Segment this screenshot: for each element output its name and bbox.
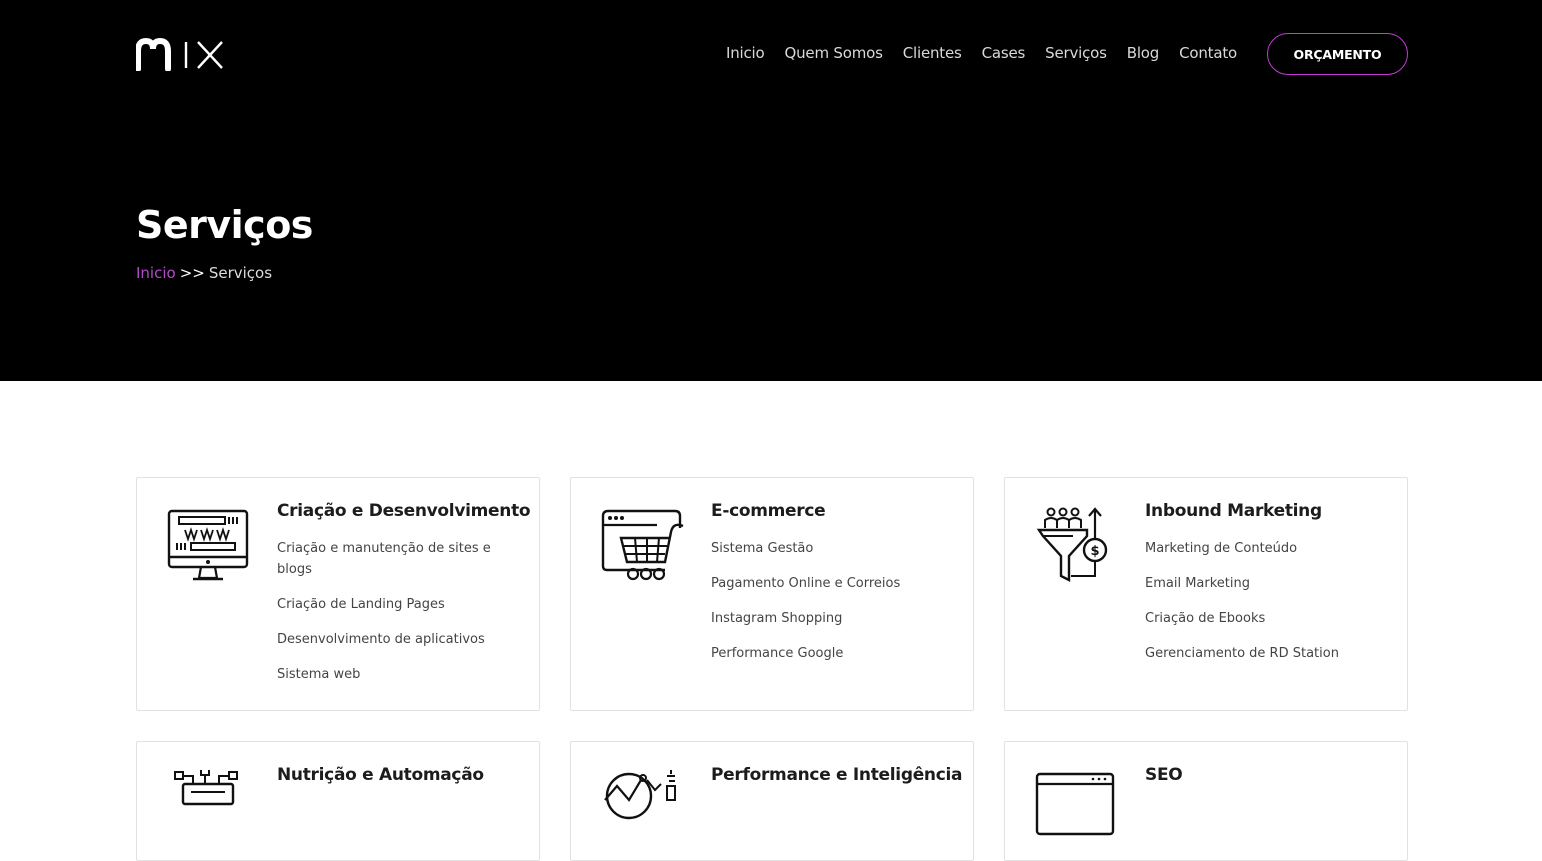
shopping-cart-browser-icon xyxy=(601,509,684,581)
svg-text:$: $ xyxy=(1090,544,1099,559)
nav-item-contato[interactable]: Contato xyxy=(1179,44,1237,62)
nav-item-quem-somos[interactable]: Quem Somos xyxy=(785,44,883,62)
service-title: Performance e Inteligência xyxy=(711,765,963,785)
list-item: Pagamento Online e Correios xyxy=(711,576,901,591)
service-list: Sistema Gestão Pagamento Online e Correi… xyxy=(711,538,956,678)
list-item: Desenvolvimento de aplicativos xyxy=(277,632,485,647)
service-title: Inbound Marketing xyxy=(1145,501,1322,521)
list-item: Email Marketing xyxy=(1145,576,1250,591)
service-title: Criação e Desenvolvimento xyxy=(277,501,531,521)
list-item: Sistema web xyxy=(277,667,361,682)
list-item: Gerenciamento de RD Station xyxy=(1145,646,1339,661)
main-nav: Inicio Quem Somos Clientes Cases Serviço… xyxy=(726,44,1237,62)
list-item: Criação e manutenção de sites e blogs xyxy=(277,541,491,577)
service-title: Nutrição e Automação xyxy=(277,765,484,785)
service-title: E-commerce xyxy=(711,501,826,521)
nav-item-clientes[interactable]: Clientes xyxy=(903,44,962,62)
nav-item-servicos[interactable]: Serviços xyxy=(1045,44,1107,62)
list-item: Criação de Ebooks xyxy=(1145,611,1266,626)
list-item: Sistema Gestão xyxy=(711,541,814,556)
service-card-seo[interactable]: SEO xyxy=(1004,741,1408,861)
browser-seo-icon xyxy=(1035,772,1115,836)
breadcrumb-separator: >> xyxy=(179,264,205,282)
hero-banner: Inicio Quem Somos Clientes Cases Serviço… xyxy=(0,0,1542,381)
service-card-nutricao[interactable]: Nutrição e Automação xyxy=(136,741,540,861)
service-list: Criação e manutenção de sites e blogs Cr… xyxy=(277,538,522,699)
service-card-performance[interactable]: Performance e Inteligência xyxy=(570,741,974,861)
nav-item-blog[interactable]: Blog xyxy=(1127,44,1160,62)
monitor-www-icon xyxy=(167,509,249,581)
breadcrumb: Inicio >> Serviços xyxy=(136,264,272,282)
automation-network-icon xyxy=(174,770,238,806)
mix-logo[interactable] xyxy=(136,37,226,71)
breadcrumb-home-link[interactable]: Inicio xyxy=(136,264,176,282)
list-item: Marketing de Conteúdo xyxy=(1145,541,1298,556)
nav-item-cases[interactable]: Cases xyxy=(982,44,1026,62)
service-card-criacao[interactable]: Criação e Desenvolvimento Criação e manu… xyxy=(136,477,540,711)
service-card-ecommerce[interactable]: E-commerce Sistema Gestão Pagamento Onli… xyxy=(570,477,974,711)
service-list: Marketing de Conteúdo Email Marketing Cr… xyxy=(1145,538,1390,678)
list-item: Performance Google xyxy=(711,646,844,661)
analytics-chart-icon xyxy=(604,770,676,820)
list-item: Criação de Landing Pages xyxy=(277,597,445,612)
funnel-dollar-icon: $ xyxy=(1036,507,1108,582)
nav-item-inicio[interactable]: Inicio xyxy=(726,44,765,62)
service-title: SEO xyxy=(1145,765,1183,785)
breadcrumb-current: Serviços xyxy=(208,264,273,282)
service-card-inbound[interactable]: $ Inbound Marketing Marketing de Conteúd… xyxy=(1004,477,1408,711)
page-title: Serviços xyxy=(136,203,313,247)
list-item: Instagram Shopping xyxy=(711,611,843,626)
orcamento-button[interactable]: ORÇAMENTO xyxy=(1267,33,1408,75)
